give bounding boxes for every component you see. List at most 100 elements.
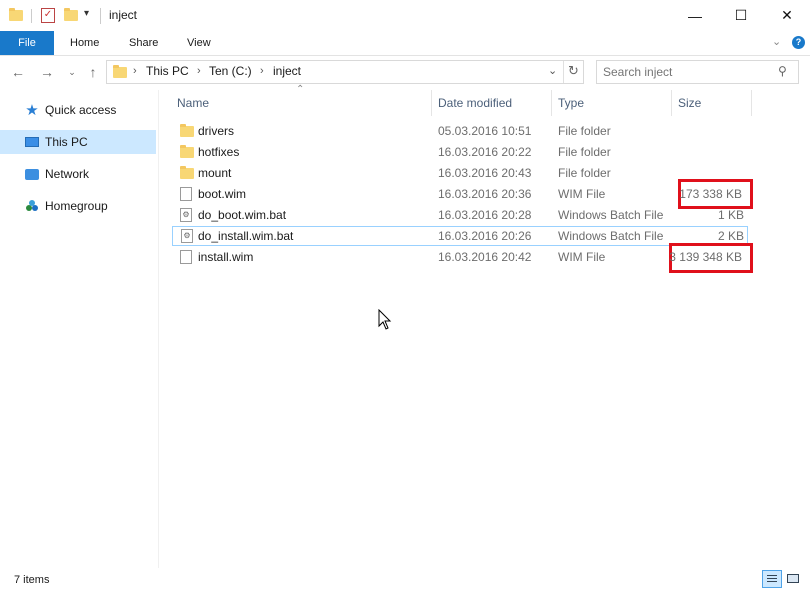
large-icons-view-icon[interactable] — [786, 572, 800, 586]
file-type: WIM File — [558, 187, 606, 201]
file-size: 173 338 KB — [679, 187, 742, 201]
column-divider[interactable] — [751, 90, 752, 116]
file-name: install.wim — [198, 250, 254, 264]
chevron-right-icon[interactable]: › — [197, 65, 201, 77]
file-type: Windows Batch File — [558, 208, 664, 222]
toolbar-divider — [31, 9, 32, 23]
maximize-button[interactable]: ☐ — [718, 0, 764, 31]
folder-icon — [113, 65, 127, 78]
file-type: Windows Batch File — [558, 229, 664, 243]
folder-icon — [180, 145, 194, 158]
properties-icon[interactable]: ✓ — [41, 8, 55, 23]
file-date: 16.03.2016 20:43 — [438, 166, 532, 180]
file-date: 16.03.2016 20:26 — [438, 229, 532, 243]
sidebar-item-label: Network — [45, 167, 90, 181]
tab-share[interactable]: Share — [117, 31, 170, 55]
column-divider[interactable] — [551, 90, 552, 116]
file-name: boot.wim — [198, 187, 247, 201]
file-type: WIM File — [558, 250, 606, 264]
status-item-count: 7 items — [14, 574, 50, 586]
file-name: drivers — [198, 124, 235, 138]
star-icon: ★ — [25, 102, 39, 119]
file-date: 16.03.2016 20:36 — [438, 187, 532, 201]
file-row[interactable]: ⚙ do_boot.wim.bat 16.03.2016 20:28 Windo… — [172, 205, 748, 225]
file-type: File folder — [558, 124, 611, 138]
sidebar-item-label: Homegroup — [45, 199, 108, 213]
customize-quick-access-icon[interactable]: ▾ — [84, 8, 89, 19]
chevron-right-icon[interactable]: › — [133, 65, 137, 77]
search-input[interactable] — [601, 63, 775, 81]
breadcrumb-this-pc[interactable]: This PC — [146, 64, 189, 78]
column-header-type[interactable]: Type — [558, 94, 584, 112]
expand-ribbon-icon[interactable]: ⌄ — [772, 35, 781, 48]
file-size: 3 139 348 KB — [669, 250, 742, 264]
forward-icon[interactable]: → — [37, 62, 57, 82]
navigation-pane: ★ Quick access This PC Network Homegroup — [0, 90, 159, 568]
title-bar: ✓ ▾ inject — ☐ ✕ — [0, 0, 810, 31]
file-row[interactable]: mount 16.03.2016 20:43 File folder — [172, 163, 748, 183]
title-divider — [100, 8, 101, 24]
column-header-size[interactable]: Size — [678, 94, 701, 112]
file-date: 16.03.2016 20:42 — [438, 250, 532, 264]
file-date: 05.03.2016 10:51 — [438, 124, 532, 138]
window-title: inject — [109, 8, 138, 22]
folder-icon — [180, 166, 194, 179]
folder-icon — [9, 8, 23, 21]
address-bar[interactable]: › This PC › Ten (C:) › inject ⌄ ↻ — [106, 60, 584, 84]
folder-icon — [180, 124, 194, 137]
file-date: 16.03.2016 20:22 — [438, 145, 532, 159]
file-icon — [180, 250, 192, 264]
sidebar-item-quick-access[interactable]: ★ Quick access — [0, 98, 156, 122]
address-dropdown-icon[interactable]: ⌄ — [548, 64, 557, 77]
column-divider[interactable] — [431, 90, 432, 116]
file-name: do_install.wim.bat — [198, 229, 294, 243]
file-size: 2 KB — [717, 229, 744, 243]
address-row: ← → ⌄ ↑ › This PC › Ten (C:) › inject ⌄ … — [0, 56, 810, 88]
file-icon — [180, 187, 192, 201]
file-date: 16.03.2016 20:28 — [438, 208, 532, 222]
breadcrumb-inject[interactable]: inject — [273, 64, 301, 78]
file-type: File folder — [558, 166, 611, 180]
file-name: hotfixes — [198, 145, 240, 159]
file-name: do_boot.wim.bat — [198, 208, 287, 222]
new-folder-icon[interactable] — [64, 8, 78, 21]
homegroup-icon — [24, 198, 40, 214]
batch-file-icon: ⚙ — [181, 229, 193, 243]
file-size: 1 KB — [717, 208, 744, 222]
sidebar-item-label: Quick access — [45, 103, 117, 117]
sidebar-item-homegroup[interactable]: Homegroup — [0, 194, 156, 218]
sidebar-item-label: This PC — [45, 135, 88, 149]
file-row[interactable]: boot.wim 16.03.2016 20:36 WIM File 173 3… — [172, 179, 753, 209]
back-icon[interactable]: ← — [8, 62, 28, 82]
help-icon[interactable]: ? — [792, 36, 805, 49]
breadcrumb-drive[interactable]: Ten (C:) — [209, 64, 252, 78]
minimize-button[interactable]: — — [672, 0, 718, 31]
file-row[interactable]: drivers 05.03.2016 10:51 File folder — [172, 121, 748, 141]
up-icon[interactable]: ↑ — [83, 62, 103, 82]
computer-icon — [24, 134, 40, 150]
tab-file[interactable]: File — [0, 31, 54, 55]
address-divider — [563, 61, 564, 83]
batch-file-icon: ⚙ — [180, 208, 192, 222]
sort-ascending-icon: ⌃ — [296, 84, 305, 95]
column-header-name[interactable]: Name — [177, 94, 209, 112]
file-type: File folder — [558, 145, 611, 159]
file-row[interactable]: hotfixes 16.03.2016 20:22 File folder — [172, 142, 748, 162]
column-header-date[interactable]: Date modified — [438, 94, 512, 112]
file-row[interactable]: install.wim 16.03.2016 20:42 WIM File 3 … — [172, 243, 753, 273]
close-button[interactable]: ✕ — [764, 0, 810, 31]
column-divider[interactable] — [671, 90, 672, 116]
tab-home[interactable]: Home — [58, 31, 111, 55]
refresh-icon[interactable]: ↻ — [568, 63, 579, 79]
chevron-right-icon[interactable]: › — [260, 65, 264, 77]
network-icon — [24, 166, 40, 182]
tab-view[interactable]: View — [175, 31, 223, 55]
sidebar-item-this-pc[interactable]: This PC — [0, 130, 156, 154]
details-view-icon[interactable] — [762, 570, 782, 588]
file-row-focused[interactable]: ⚙ do_install.wim.bat 16.03.2016 20:26 Wi… — [172, 226, 748, 246]
search-box[interactable]: ⚲ — [596, 60, 799, 84]
recent-locations-icon[interactable]: ⌄ — [62, 62, 82, 82]
search-icon[interactable]: ⚲ — [778, 64, 787, 78]
mouse-cursor-icon — [378, 309, 392, 330]
sidebar-item-network[interactable]: Network — [0, 162, 156, 186]
